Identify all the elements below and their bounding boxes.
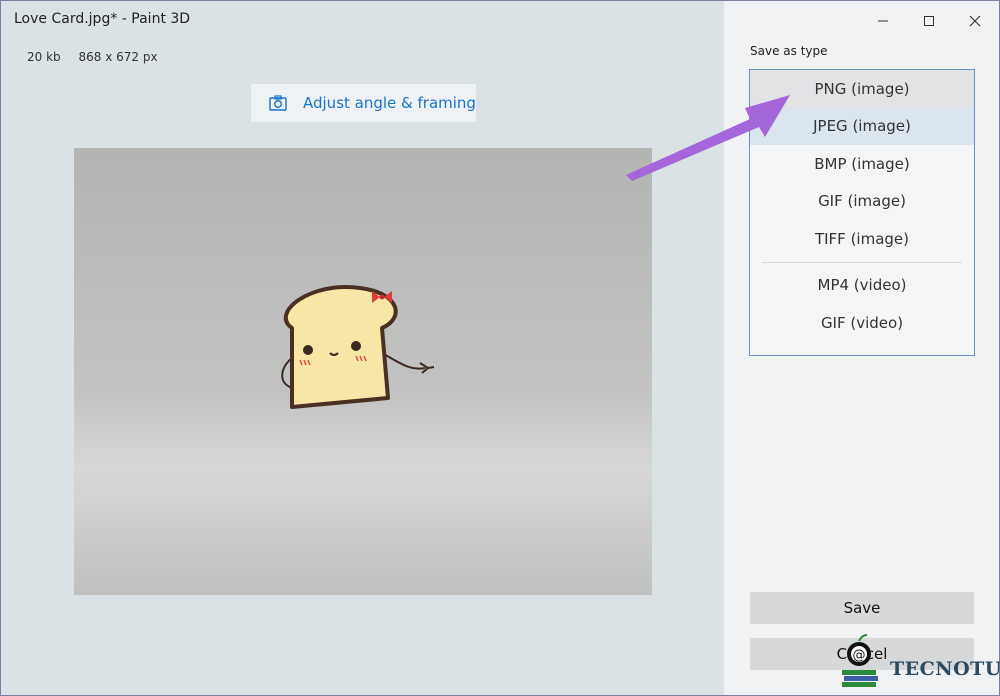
toast-character-image	[281, 285, 435, 409]
option-gif-video[interactable]: GIF (video)	[750, 304, 974, 342]
window-title: Love Card.jpg* - Paint 3D	[14, 11, 191, 27]
file-info: 20 kb 868 x 672 px	[27, 50, 172, 64]
annotation-arrow	[626, 95, 790, 181]
watermark-text: TECNOTUTO	[890, 658, 1000, 680]
camera-icon	[261, 95, 295, 111]
svg-text:@: @	[853, 648, 866, 663]
save-button[interactable]: Save	[750, 592, 974, 624]
options-divider	[762, 261, 962, 263]
image-preview	[74, 148, 652, 595]
option-gif-image[interactable]: GIF (image)	[750, 183, 974, 221]
image-dimensions: 868 x 672 px	[78, 50, 158, 64]
option-mp4-video[interactable]: MP4 (video)	[750, 267, 974, 305]
adjust-button-label: Adjust angle & framing	[303, 94, 476, 112]
option-tiff-image[interactable]: TIFF (image)	[750, 220, 974, 258]
window-controls	[860, 11, 998, 31]
save-as-type-label: Save as type	[750, 44, 828, 58]
minimize-icon[interactable]	[860, 11, 906, 31]
adjust-angle-framing-button[interactable]: Adjust angle & framing	[251, 84, 476, 122]
tecnotuto-logo-icon: @	[842, 634, 878, 687]
close-icon[interactable]	[952, 11, 998, 31]
file-size: 20 kb	[27, 50, 61, 64]
maximize-icon[interactable]	[906, 11, 952, 31]
